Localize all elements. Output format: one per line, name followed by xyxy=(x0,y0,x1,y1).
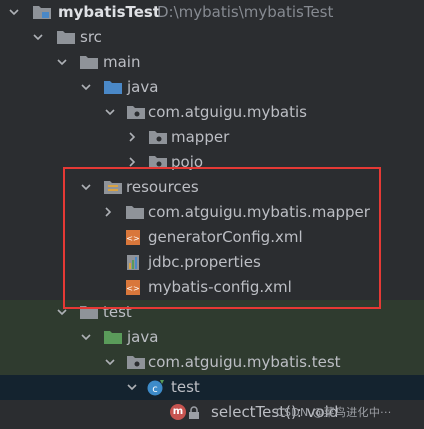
project-folder-icon xyxy=(33,6,51,19)
test-class-icon: c xyxy=(147,380,164,396)
chevron-down-icon[interactable] xyxy=(8,6,20,18)
package-icon xyxy=(127,106,145,119)
tree-row-resources[interactable]: resources xyxy=(0,175,424,200)
folder-resources-label: resources xyxy=(126,178,199,196)
tree-row-src[interactable]: src xyxy=(0,25,424,50)
file-generator-config-label: generatorConfig.xml xyxy=(148,228,303,246)
folder-java-label: java xyxy=(127,78,159,96)
package-icon xyxy=(149,131,167,144)
properties-file-icon xyxy=(127,255,139,270)
folder-test-label: test xyxy=(103,303,132,321)
tree-row-test[interactable]: test xyxy=(0,300,424,325)
chevron-down-icon[interactable] xyxy=(56,56,68,68)
chevron-right-icon[interactable] xyxy=(102,206,114,218)
test-class-label: test xyxy=(171,378,200,396)
tree-row-java-test[interactable]: java xyxy=(0,325,424,350)
xml-file-icon: <> xyxy=(126,230,140,245)
watermark: CSDN @菜鸟进化中··· xyxy=(276,406,392,419)
chevron-down-icon[interactable] xyxy=(80,181,92,193)
tree-row-mapper[interactable]: mapper xyxy=(0,125,424,150)
chevron-right-icon[interactable] xyxy=(126,156,138,168)
folder-icon xyxy=(80,306,98,319)
tree-row-pojo[interactable]: pojo xyxy=(0,150,424,175)
package-icon xyxy=(127,356,145,369)
tree-row-root[interactable]: mybatisTest D:\mybatis\mybatisTest xyxy=(0,0,424,25)
svg-text:<>: <> xyxy=(126,284,139,293)
package-mapper-label: mapper xyxy=(171,128,230,146)
folder-icon xyxy=(57,31,75,44)
folder-java-test-label: java xyxy=(127,328,159,346)
chevron-down-icon[interactable] xyxy=(80,81,92,93)
svg-text:c: c xyxy=(152,384,158,395)
method-icon: m xyxy=(170,404,186,420)
chevron-down-icon[interactable] xyxy=(80,331,92,343)
tree-row-generator-config[interactable]: <> generatorConfig.xml xyxy=(0,225,424,250)
tree-row-test-class[interactable]: c test xyxy=(0,375,424,400)
resources-folder-icon xyxy=(104,181,122,194)
chevron-down-icon[interactable] xyxy=(126,381,138,393)
chevron-down-icon[interactable] xyxy=(56,306,68,318)
package-test-label: com.atguigu.mybatis.test xyxy=(148,353,341,371)
chevron-down-icon[interactable] xyxy=(104,356,116,368)
tree-row-main[interactable]: main xyxy=(0,50,424,75)
svg-text:<>: <> xyxy=(126,234,139,243)
tree-row-java-main[interactable]: java xyxy=(0,75,424,100)
xml-file-icon: <> xyxy=(126,280,140,295)
chevron-down-icon[interactable] xyxy=(104,106,116,118)
file-jdbc-properties-label: jdbc.properties xyxy=(148,253,261,271)
folder-src-label: src xyxy=(80,28,102,46)
source-folder-icon xyxy=(104,81,122,94)
folder-icon xyxy=(80,56,98,69)
tree-row-mybatis-config[interactable]: <> mybatis-config.xml xyxy=(0,275,424,300)
tree-row-resource-package[interactable]: com.atguigu.mybatis.mapper xyxy=(0,200,424,225)
project-name: mybatisTest xyxy=(58,3,161,21)
project-path: D:\mybatis\mybatisTest xyxy=(157,3,334,21)
package-pojo-label: pojo xyxy=(171,153,204,171)
package-main-label: com.atguigu.mybatis xyxy=(148,103,307,121)
folder-icon xyxy=(126,206,144,219)
tree-row-package-test[interactable]: com.atguigu.mybatis.test xyxy=(0,350,424,375)
package-icon xyxy=(149,156,167,169)
chevron-down-icon[interactable] xyxy=(32,31,44,43)
chevron-right-icon[interactable] xyxy=(126,131,138,143)
folder-main-label: main xyxy=(103,53,141,71)
tree-row-package-main[interactable]: com.atguigu.mybatis xyxy=(0,100,424,125)
file-mybatis-config-label: mybatis-config.xml xyxy=(148,278,292,296)
resource-package-label: com.atguigu.mybatis.mapper xyxy=(148,203,370,221)
test-source-folder-icon xyxy=(104,331,122,344)
tree-row-jdbc-properties[interactable]: jdbc.properties xyxy=(0,250,424,275)
lock-icon xyxy=(189,406,199,419)
